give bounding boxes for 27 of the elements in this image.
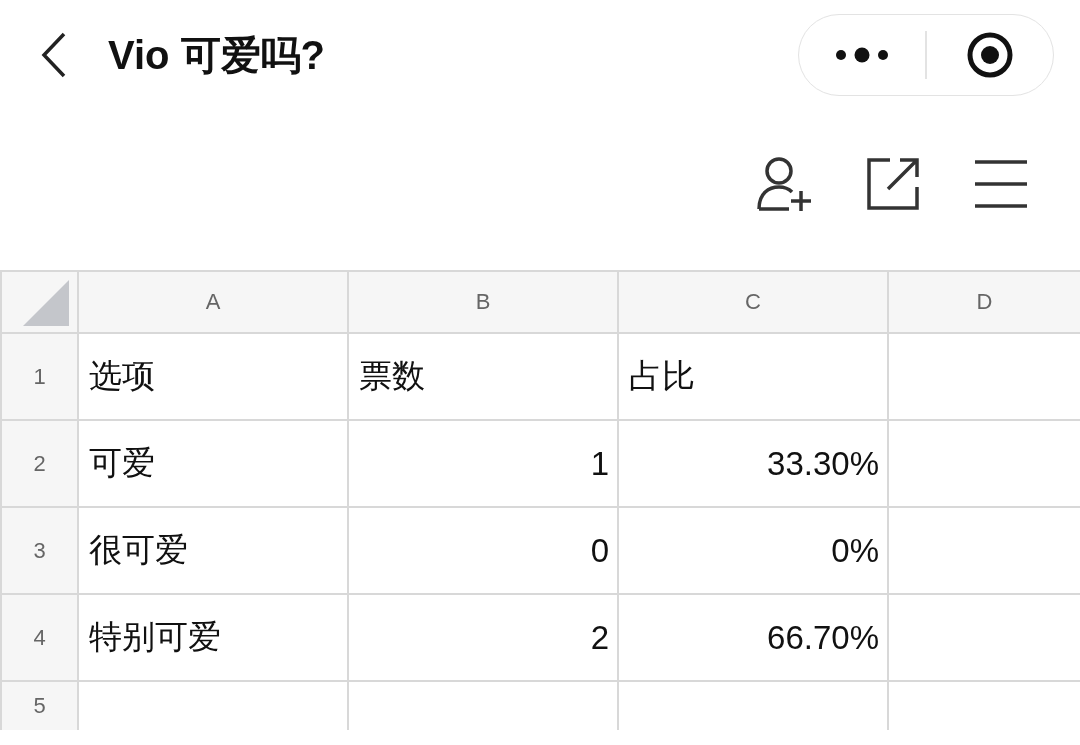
- back-icon: [41, 32, 67, 78]
- table-cell: 特别可爱: [79, 595, 347, 680]
- table-cell: 1: [349, 421, 617, 506]
- more-icon: [835, 47, 890, 63]
- table-cell: 可爱: [79, 421, 347, 506]
- row-header[interactable]: 4: [2, 595, 77, 680]
- row-header[interactable]: 2: [2, 421, 77, 506]
- table-cell: 选项: [79, 334, 347, 419]
- target-icon: [965, 31, 1014, 79]
- page-title: Vio 可爱吗?: [108, 31, 327, 79]
- table-cell: 0: [349, 508, 617, 593]
- table-cell: 0%: [619, 508, 887, 593]
- row-header[interactable]: 3: [2, 508, 77, 593]
- table-cell: 票数: [349, 334, 617, 419]
- row-header[interactable]: 1: [2, 334, 77, 419]
- column-header[interactable]: A: [79, 272, 347, 332]
- column-header[interactable]: B: [349, 272, 617, 332]
- table-cell: 2: [349, 595, 617, 680]
- column-header[interactable]: D: [889, 272, 1080, 332]
- table-cell: 占比: [619, 334, 887, 419]
- table-cell: 66.70%: [619, 595, 887, 680]
- menu-icon: [974, 158, 1028, 209]
- share-icon: [866, 156, 920, 211]
- row-header[interactable]: 5: [2, 682, 77, 730]
- table-cell: 33.30%: [619, 421, 887, 506]
- column-header[interactable]: C: [619, 272, 887, 332]
- table-cell: 很可爱: [79, 508, 347, 593]
